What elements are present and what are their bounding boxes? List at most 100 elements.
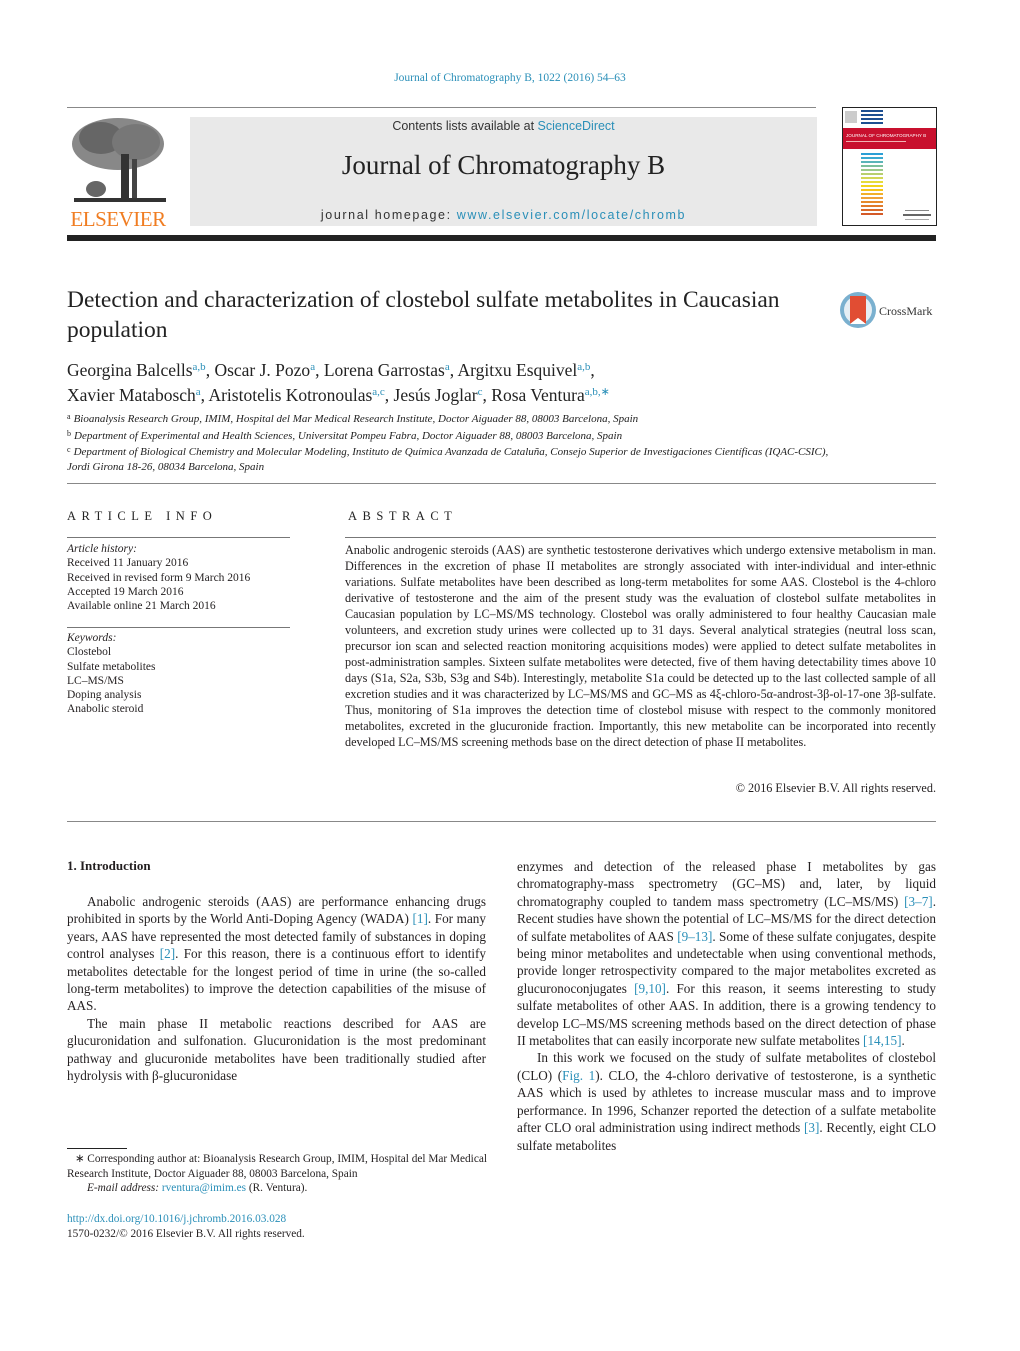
body-column-right: enzymes and detection of the released ph… xyxy=(517,858,936,1154)
author[interactable]: Lorena Garrostasa xyxy=(324,360,450,380)
paragraph-text: enzymes and detection of the released ph… xyxy=(517,859,936,909)
keyword-item: Doping analysis xyxy=(67,689,142,702)
author[interactable]: Oscar J. Pozoa xyxy=(214,360,315,380)
history-item: Received 11 January 2016 xyxy=(67,557,189,570)
divider xyxy=(67,627,290,628)
contents-availability: Contents lists available at ScienceDirec… xyxy=(190,119,817,133)
doi-link[interactable]: http://dx.doi.org/10.1016/j.jchromb.2016… xyxy=(67,1212,487,1227)
author-separator: , xyxy=(590,360,595,380)
abstract-heading: ABSTRACT xyxy=(348,509,458,523)
divider xyxy=(345,537,936,538)
article-history: Article history: Received 11 January 201… xyxy=(67,542,292,613)
history-item: Accepted 19 March 2016 xyxy=(67,585,184,598)
divider xyxy=(67,537,290,538)
author-name: Rosa Ventura xyxy=(491,385,585,405)
keywords: Keywords: Clostebol Sulfate metabolites … xyxy=(67,631,292,717)
abstract-body: Anabolic androgenic steroids (AAS) are s… xyxy=(345,543,936,749)
citation-link[interactable]: [1] xyxy=(412,911,427,926)
keyword-item: Clostebol xyxy=(67,646,112,659)
author-separator: , xyxy=(315,360,324,380)
cover-title: JOURNAL OF CHROMATOGRAPHY B xyxy=(846,133,926,138)
paragraph: Anabolic androgenic steroids (AAS) are p… xyxy=(67,893,486,1015)
affiliation-text: Department of Biological Chemistry and M… xyxy=(67,446,829,473)
email-suffix: (R. Ventura). xyxy=(246,1182,308,1194)
author-name: Georgina Balcells xyxy=(67,360,193,380)
author-name: Argitxu Esquivel xyxy=(457,360,578,380)
author-name: Xavier Matabosch xyxy=(67,385,196,405)
affiliation-marker[interactable]: a,b,∗ xyxy=(585,386,610,398)
affiliation-marker[interactable]: a,b xyxy=(577,361,590,373)
elsevier-wordmark: ELSEVIER xyxy=(70,207,166,231)
divider xyxy=(67,483,936,484)
author-list: Georgina Balcellsa,b, Oscar J. Pozoa, Lo… xyxy=(67,356,867,406)
affiliation-item: c Department of Biological Chemistry and … xyxy=(67,443,847,474)
elsevier-logo[interactable]: ELSEVIER xyxy=(66,114,170,232)
citation-link[interactable]: Fig. 1 xyxy=(562,1068,595,1083)
citation-link[interactable]: [14,15] xyxy=(863,1033,901,1048)
body-column-left: Anabolic androgenic steroids (AAS) are p… xyxy=(67,893,486,1084)
article-info-heading: ARTICLE INFO xyxy=(67,509,218,523)
author[interactable]: Xavier Mataboscha xyxy=(67,385,201,405)
paragraph: The main phase II metabolic reactions de… xyxy=(67,1015,486,1085)
paragraph: In this work we focused on the study of … xyxy=(517,1049,936,1153)
journal-citation-link[interactable]: Journal of Chromatography B, 1022 (2016)… xyxy=(0,72,1020,84)
affiliation-label: b xyxy=(67,428,71,438)
citation-link[interactable]: [3–7] xyxy=(904,894,933,909)
journal-homepage: journal homepage: www.elsevier.com/locat… xyxy=(190,208,817,222)
crossmark-icon xyxy=(840,292,876,328)
corresponding-author-text: ∗ Corresponding author at: Bioanalysis R… xyxy=(67,1153,487,1180)
email-line: E-mail address: rventura@imim.es (R. Ven… xyxy=(67,1181,487,1196)
footnote-divider xyxy=(67,1148,127,1149)
sciencedirect-link[interactable]: ScienceDirect xyxy=(538,119,615,133)
journal-cover-image: JOURNAL OF CHROMATOGRAPHY B xyxy=(843,110,936,220)
crossmark-button[interactable]: CrossMark xyxy=(839,290,939,330)
author-name: Jesús Joglar xyxy=(393,385,478,405)
history-label: Article history: xyxy=(67,543,137,555)
author[interactable]: Argitxu Esquivela,b xyxy=(458,360,591,380)
author-name: Lorena Garrostas xyxy=(323,360,445,380)
affiliation-marker[interactable]: a,b xyxy=(193,361,206,373)
corresponding-author-footnote: ∗ Corresponding author at: Bioanalysis R… xyxy=(67,1152,487,1196)
history-item: Available online 21 March 2016 xyxy=(67,600,216,613)
author-separator: , xyxy=(482,385,492,405)
homepage-prefix: journal homepage: xyxy=(320,208,457,222)
affiliation-marker[interactable]: a,c xyxy=(372,386,385,398)
author-separator: , xyxy=(449,360,458,380)
author[interactable]: Jesús Joglarc xyxy=(394,385,483,405)
citation-link[interactable]: [9,10] xyxy=(634,981,666,996)
keyword-item: LC–MS/MS xyxy=(67,674,124,687)
header-thick-divider xyxy=(67,235,936,241)
keyword-item: Sulfate metabolites xyxy=(67,660,156,673)
affiliation-item: a Bioanalysis Research Group, IMIM, Hospi… xyxy=(67,410,847,427)
abstract-copyright: © 2016 Elsevier B.V. All rights reserved… xyxy=(735,781,936,795)
author-name: Aristotelis Kotronoulas xyxy=(208,385,373,405)
affiliation-text: Department of Experimental and Health Sc… xyxy=(74,429,623,442)
citation-link[interactable]: [9–13] xyxy=(677,929,712,944)
author[interactable]: Aristotelis Kotronoulasa,c xyxy=(208,385,384,405)
affiliation-text: Bioanalysis Research Group, IMIM, Hospit… xyxy=(73,413,639,425)
citation-link[interactable]: [2] xyxy=(160,946,175,961)
email-link[interactable]: rventura@imim.es xyxy=(162,1182,246,1194)
affiliation-item: b Department of Experimental and Health S… xyxy=(67,427,847,444)
author-name: Oscar J. Pozo xyxy=(214,360,311,380)
elsevier-tree-icon xyxy=(66,114,170,209)
doi-block: http://dx.doi.org/10.1016/j.jchromb.2016… xyxy=(67,1212,487,1241)
paragraph-text: The main phase II metabolic reactions de… xyxy=(67,1015,486,1084)
journal-title: Journal of Chromatography B xyxy=(341,150,666,180)
article-title: Detection and characterization of closte… xyxy=(67,287,780,343)
journal-cover-thumbnail[interactable]: JOURNAL OF CHROMATOGRAPHY B xyxy=(842,107,937,226)
author[interactable]: Georgina Balcellsa,b xyxy=(67,360,206,380)
citation-link[interactable]: [3] xyxy=(804,1120,819,1135)
keywords-label: Keywords: xyxy=(67,632,117,644)
contents-prefix: Contents lists available at xyxy=(392,119,538,133)
history-item: Received in revised form 9 March 2016 xyxy=(67,571,251,584)
affiliation-label: a xyxy=(67,412,71,421)
homepage-link[interactable]: www.elsevier.com/locate/chromb xyxy=(457,208,686,222)
author-separator: , xyxy=(384,385,394,405)
paragraph: enzymes and detection of the released ph… xyxy=(517,858,936,1049)
author[interactable]: Rosa Venturaa,b,∗ xyxy=(491,385,610,405)
crossmark-label: CrossMark xyxy=(879,304,932,318)
keyword-item: Anabolic steroid xyxy=(67,703,144,716)
affiliations: a Bioanalysis Research Group, IMIM, Hospi… xyxy=(67,410,847,474)
section-heading-introduction: 1. Introduction xyxy=(67,858,151,873)
